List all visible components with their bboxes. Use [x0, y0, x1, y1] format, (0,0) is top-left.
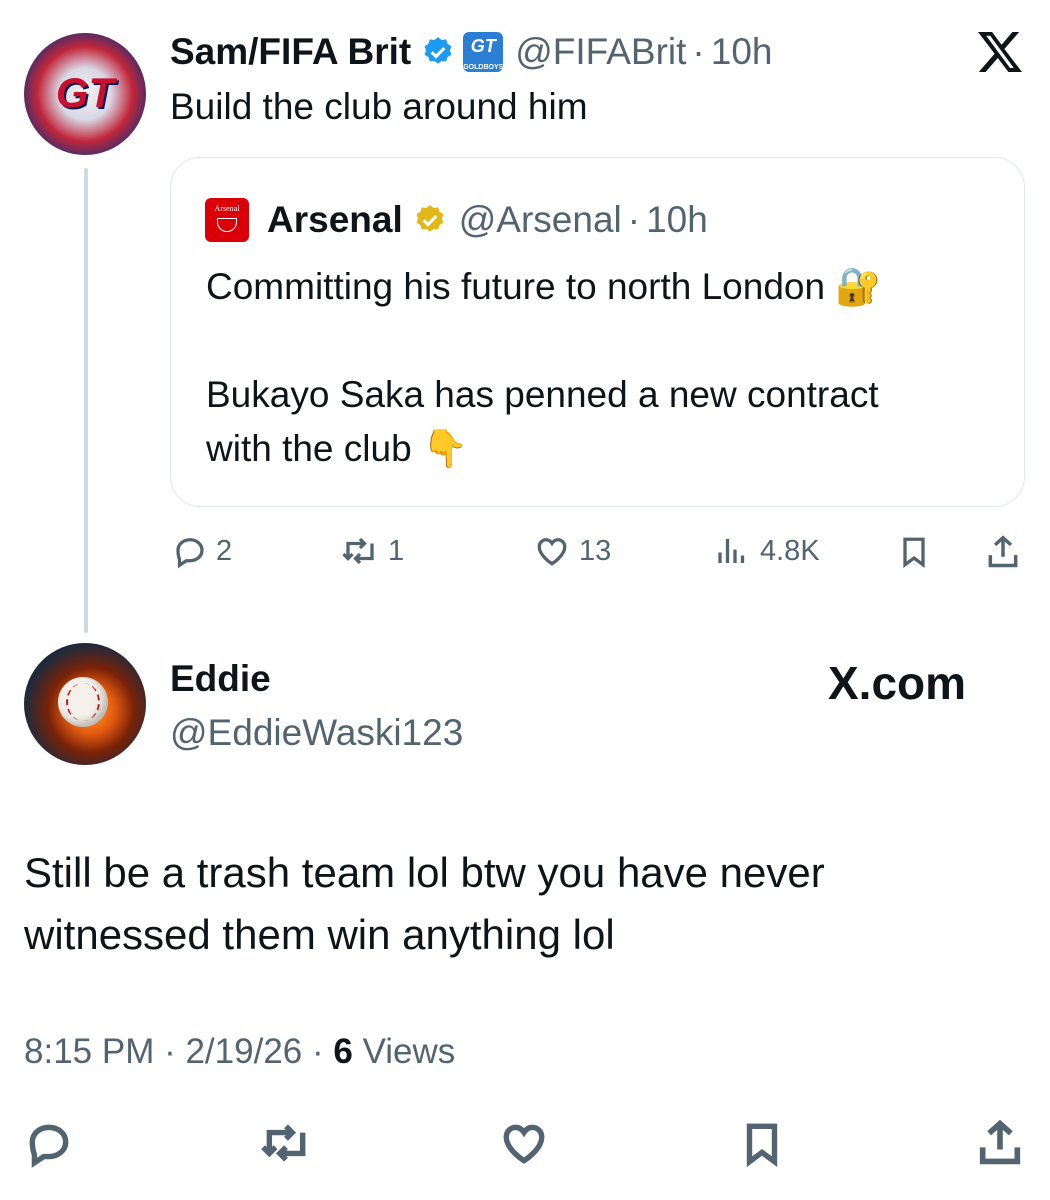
dot-separator: ·	[692, 31, 705, 72]
repost-icon	[261, 1124, 306, 1162]
reply-views-count: 6	[333, 1032, 353, 1071]
share-icon	[988, 535, 1018, 568]
dot-separator: ·	[302, 1032, 334, 1071]
share-button[interactable]	[984, 533, 1022, 571]
reply-views-label: Views	[362, 1032, 456, 1071]
x-com-brand: X.com	[828, 657, 967, 709]
views-count: 4.8K	[760, 534, 820, 567]
reply-icon	[29, 1124, 69, 1168]
reply-author-name[interactable]: Eddie	[170, 658, 271, 700]
logo-text: Arsenal	[214, 204, 240, 213]
bottom-reply-button[interactable]	[24, 1118, 74, 1173]
repost-button[interactable]: 1	[340, 533, 404, 569]
reply-author-avatar[interactable]	[24, 643, 146, 765]
dot-separator: ·	[154, 1032, 186, 1071]
cannon-icon	[217, 218, 237, 232]
quote-line-1: Committing his future to north London 🔐	[206, 266, 882, 307]
thread-line	[84, 168, 88, 633]
heart-icon	[503, 1124, 545, 1164]
quote-author-name[interactable]: Arsenal	[267, 199, 403, 241]
bottom-repost-button[interactable]	[258, 1118, 314, 1173]
reply-date[interactable]: 2/19/26	[185, 1032, 302, 1071]
reply-icon	[176, 538, 204, 569]
like-count: 13	[579, 534, 612, 567]
arsenal-logo[interactable]: Arsenal	[205, 198, 249, 242]
verified-gold-badge-icon	[413, 203, 447, 237]
author-name[interactable]: Sam/FIFA Brit	[170, 31, 411, 73]
post-text: Build the club around him	[170, 86, 588, 127]
author-avatar[interactable]: GT	[24, 33, 146, 155]
repost-icon	[342, 537, 374, 565]
x-logo-icon[interactable]	[976, 30, 1024, 79]
like-button[interactable]: 13	[533, 533, 611, 569]
quote-author-handle[interactable]: @Arsenal	[459, 199, 622, 241]
share-icon	[979, 1119, 1021, 1165]
bookmark-icon	[746, 1123, 778, 1168]
badge-monogram: GT	[470, 36, 496, 56]
bottom-share-button[interactable]	[974, 1116, 1026, 1175]
views-icon	[718, 539, 745, 563]
quote-line-3: with the club 👇	[206, 428, 469, 469]
quoted-post-card[interactable]: Arsenal Arsenal @Arsenal · 10h Committin…	[170, 157, 1025, 507]
reply-count: 2	[216, 534, 233, 567]
reply-text-line-1: Still be a trash team lol btw you have n…	[24, 849, 825, 896]
post-header: Sam/FIFA Brit GOLDBOYS GT @FIFABrit · 10…	[170, 28, 772, 76]
bottom-bookmark-button[interactable]	[737, 1118, 787, 1175]
quote-header: Arsenal @Arsenal · 10h	[267, 196, 708, 244]
bottom-like-button[interactable]	[497, 1118, 551, 1173]
repost-count: 1	[388, 534, 405, 567]
dot-separator: ·	[627, 199, 641, 240]
views-button[interactable]: 4.8K	[712, 533, 820, 569]
reply-author-handle[interactable]: @EddieWaski123	[170, 712, 463, 754]
baseball-icon	[58, 677, 108, 727]
avatar-monogram: GT	[55, 69, 115, 116]
reply-time[interactable]: 8:15 PM	[24, 1032, 154, 1071]
heart-icon	[537, 538, 567, 566]
reply-text: Still be a trash team lol btw you have n…	[24, 842, 825, 966]
quote-time[interactable]: 10h	[646, 199, 708, 241]
bookmark-button[interactable]	[896, 533, 932, 571]
verified-badge-icon	[421, 35, 455, 69]
reply-button[interactable]: 2	[172, 533, 232, 569]
quote-line-2: Bukayo Saka has penned a new contract	[206, 374, 879, 415]
reply-text-line-2: witnessed them win anything lol	[24, 911, 615, 958]
affiliate-badge[interactable]: GOLDBOYS GT	[463, 32, 504, 72]
bookmark-icon	[903, 537, 925, 569]
post-time[interactable]: 10h	[711, 31, 773, 73]
badge-label: GOLDBOYS	[463, 64, 504, 71]
author-handle[interactable]: @FIFABrit	[515, 31, 686, 73]
reply-meta: 8:15 PM · 2/19/26 · 6 Views	[24, 1032, 455, 1072]
